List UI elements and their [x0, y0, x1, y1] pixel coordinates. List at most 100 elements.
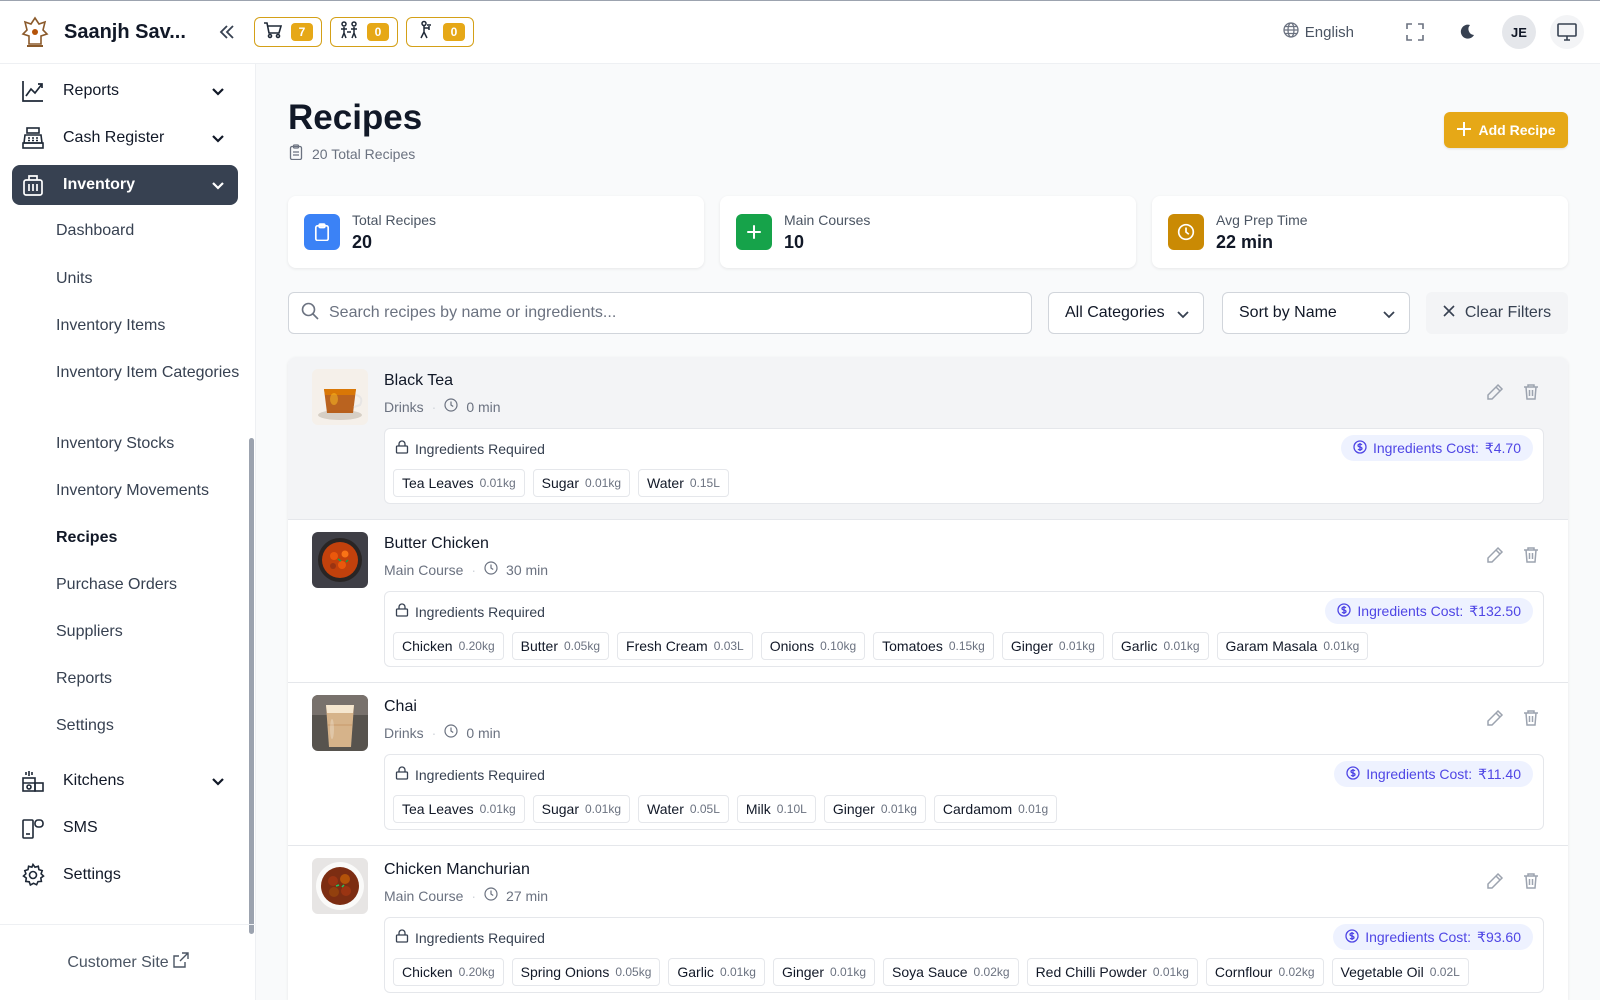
recipe-row[interactable]: Chai Drinks · 0 min Ingredients Required…: [288, 683, 1568, 846]
sidebar-subitem-purchase-orders[interactable]: Purchase Orders: [56, 573, 246, 597]
delete-trash-icon[interactable]: [1522, 709, 1540, 732]
cart-orders-counter[interactable]: 7: [254, 17, 322, 47]
recipe-prep-time: 30 min: [506, 561, 549, 578]
sidebar-item-label: SMS: [63, 819, 98, 836]
delete-trash-icon[interactable]: [1522, 872, 1540, 895]
ingredient-name: Soya Sauce: [892, 964, 968, 980]
recipe-thumbnail: [312, 695, 368, 751]
recipe-actions: [1486, 383, 1540, 406]
ingredient-name: Garam Masala: [1225, 638, 1318, 654]
sidebar-item-cash-register[interactable]: Cash Register: [12, 118, 238, 158]
recipe-prep-time: 0 min: [466, 398, 501, 415]
stat-label: Main Courses: [784, 211, 871, 228]
ingredient-qty: 0.02kg: [1278, 965, 1315, 979]
ingredients-cost-label: Ingredients Cost:: [1357, 603, 1464, 619]
ingredient-qty: 0.03L: [713, 639, 744, 653]
lock-icon: [395, 766, 409, 783]
brand[interactable]: Saanjh Sav...: [0, 15, 208, 49]
edit-pencil-icon[interactable]: [1486, 709, 1504, 732]
sidebar-subitem-recipes[interactable]: Recipes: [56, 526, 246, 550]
delete-trash-icon[interactable]: [1522, 546, 1540, 569]
ingredient-name: Tea Leaves: [402, 801, 474, 817]
ingredient-name: Fresh Cream: [626, 638, 708, 654]
sidebar-item-kitchens[interactable]: Kitchens: [12, 761, 238, 801]
sidebar-item-sms[interactable]: SMS: [12, 808, 238, 848]
globe-icon: [1283, 22, 1299, 42]
inventory-basket-icon: [20, 172, 46, 198]
close-icon: [1443, 304, 1455, 322]
customer-site-link[interactable]: Customer Site: [0, 924, 256, 1000]
ingredients-required-label: Ingredients Required: [415, 929, 545, 946]
ingredient-chip: Ginger 0.01kg: [823, 795, 926, 823]
stat-label: Total Recipes: [352, 211, 437, 228]
sidebar-subitem-suppliers[interactable]: Suppliers: [56, 620, 246, 644]
sort-select[interactable]: Sort by Name: [1222, 292, 1410, 334]
ingredients-cost-label: Ingredients Cost:: [1365, 929, 1472, 945]
waiter-icon: [415, 20, 435, 45]
clear-filters-label: Clear Filters: [1464, 304, 1552, 321]
ingredient-chip: Milk 0.10L: [736, 795, 816, 823]
ingredient-name: Garlic: [1120, 638, 1158, 654]
stat-card-avg-prep-time: Avg Prep Time 22 min: [1152, 196, 1568, 268]
recipe-meta: Main Course · 27 min: [384, 887, 548, 904]
edit-pencil-icon[interactable]: [1486, 383, 1504, 406]
recipe-category: Main Course: [384, 561, 464, 578]
sidebar-item-reports[interactable]: Reports: [12, 71, 238, 111]
customer-site-label: Customer Site: [67, 953, 169, 971]
recipe-thumbnail: [312, 858, 368, 914]
ingredients-required-label: Ingredients Required: [415, 766, 545, 783]
edit-pencil-icon[interactable]: [1486, 546, 1504, 569]
ingredient-name: Onions: [769, 638, 815, 654]
sidebar-subitem-reports[interactable]: Reports: [56, 667, 246, 691]
sidebar-subitem-inventory-movements[interactable]: Inventory Movements: [56, 479, 246, 503]
sidebar-subitem-units[interactable]: Units: [56, 267, 246, 291]
ingredients-title: Ingredients Required: [395, 440, 545, 457]
category-select[interactable]: All Categories: [1048, 292, 1204, 334]
sidebar-item-inventory[interactable]: Inventory: [12, 165, 238, 205]
clock-icon: [484, 561, 498, 578]
ingredients-box: Ingredients Required Ingredients Cost: ₹…: [384, 754, 1544, 830]
recipe-row[interactable]: Chicken Manchurian Main Course · 27 min …: [288, 846, 1568, 1000]
collapse-sidebar-icon[interactable]: [212, 17, 242, 47]
language-label: English: [1304, 23, 1354, 41]
sidebar-subitem-settings[interactable]: Settings: [56, 714, 246, 738]
recipe-category: Drinks: [384, 724, 424, 741]
sidebar-subitem-inventory-stocks[interactable]: Inventory Stocks: [56, 432, 246, 456]
brand-name: Saanjh Sav...: [64, 20, 186, 43]
dark-mode-moon-icon[interactable]: [1450, 15, 1484, 49]
order-counters: 7 0 0: [254, 17, 474, 47]
ingredient-qty: 0.10L: [776, 802, 807, 816]
fullscreen-icon[interactable]: [1398, 15, 1432, 49]
clear-filters-button[interactable]: Clear Filters: [1426, 292, 1568, 334]
ingredient-qty: 0.15kg: [948, 639, 985, 653]
chevron-down-icon: [212, 778, 224, 786]
sidebar-item-settings[interactable]: Settings: [12, 855, 238, 895]
sidebar-subitem-dashboard[interactable]: Dashboard: [56, 219, 246, 243]
dine-in-counter[interactable]: 0: [330, 17, 398, 47]
ingredients-cost-pill: Ingredients Cost: ₹132.50: [1325, 598, 1533, 624]
delete-trash-icon[interactable]: [1522, 383, 1540, 406]
desktop-monitor-icon[interactable]: [1550, 15, 1584, 49]
plus-icon: [736, 214, 772, 250]
kitchen-icon: [20, 768, 46, 794]
total-recipes-label: 20 Total Recipes: [312, 145, 416, 162]
recipe-category: Drinks: [384, 398, 424, 415]
external-link-icon: [172, 952, 189, 973]
waiter-counter[interactable]: 0: [406, 17, 474, 47]
cash-register-icon: [20, 125, 46, 151]
ingredient-qty: 0.20kg: [458, 965, 495, 979]
stat-card-total-recipes: Total Recipes 20: [288, 196, 704, 268]
recipe-actions: [1486, 872, 1540, 895]
meta-separator: ·: [471, 887, 477, 904]
brand-logo-icon: [18, 15, 52, 49]
add-recipe-button[interactable]: Add Recipe: [1444, 112, 1568, 148]
edit-pencil-icon[interactable]: [1486, 872, 1504, 895]
recipe-row[interactable]: Black Tea Drinks · 0 min Ingredients Req…: [288, 357, 1568, 520]
sidebar-subitem-inventory-items[interactable]: Inventory Items: [56, 314, 246, 338]
search-input[interactable]: Search recipes by name or ingredients...: [288, 292, 1032, 334]
user-avatar[interactable]: JE: [1502, 15, 1536, 49]
sidebar-scrollbar[interactable]: [249, 438, 254, 934]
language-selector[interactable]: English: [1283, 22, 1354, 42]
sidebar-subitem-inventory-item-categories[interactable]: Inventory Item Categories: [56, 361, 246, 385]
recipe-row[interactable]: Butter Chicken Main Course · 30 min Ingr…: [288, 520, 1568, 683]
